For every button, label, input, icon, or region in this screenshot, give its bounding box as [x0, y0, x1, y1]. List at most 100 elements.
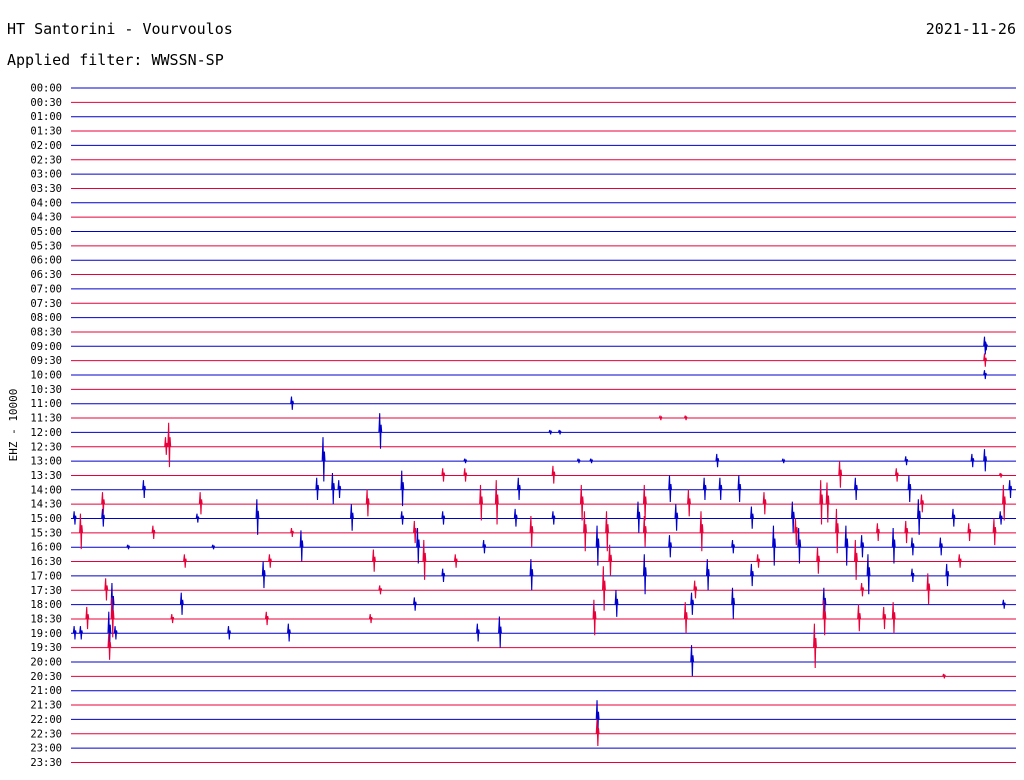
event-spike	[904, 520, 909, 544]
time-label: 14:30	[30, 499, 62, 511]
event-spike	[72, 626, 77, 640]
event-spike	[794, 518, 799, 546]
event-spike	[1008, 480, 1013, 498]
time-label: 03:00	[30, 169, 62, 181]
event-spike	[602, 566, 606, 611]
event-spike	[658, 415, 663, 421]
event-spike	[705, 559, 710, 591]
time-label: 07:30	[30, 298, 62, 310]
event-spike	[636, 501, 641, 533]
event-spike	[290, 527, 295, 537]
event-spike	[170, 614, 175, 624]
event-spike	[690, 592, 695, 615]
event-spike	[529, 559, 534, 591]
event-spike	[718, 477, 723, 501]
event-spike	[126, 544, 131, 550]
helicorder-plot: 00:00 00:30 01:00 01:30 02:00 02:30 03:00 03:30…	[7, 83, 1016, 769]
time-label: 00:30	[30, 97, 62, 109]
time-label: 23:00	[30, 743, 62, 755]
event-spike	[894, 468, 899, 482]
event-spike	[866, 554, 871, 595]
event-spike	[945, 563, 950, 587]
event-spike	[529, 516, 534, 548]
event-spike	[264, 611, 269, 626]
event-spike	[557, 429, 562, 435]
event-spike	[998, 472, 1003, 478]
event-spike	[287, 623, 291, 642]
event-spike	[476, 623, 480, 642]
event-spike	[400, 511, 405, 525]
time-label: 11:30	[30, 413, 62, 425]
event-spike	[413, 520, 417, 544]
time-label: 21:30	[30, 700, 62, 712]
time-label: 05:00	[30, 226, 62, 238]
event-spike	[422, 539, 427, 580]
event-spike	[321, 437, 326, 482]
event-spike	[331, 472, 335, 505]
event-spike	[910, 568, 915, 583]
event-spike	[957, 554, 962, 568]
event-spike	[198, 492, 203, 515]
event-spike	[365, 489, 370, 517]
event-spike	[854, 477, 858, 501]
event-spike	[605, 511, 610, 552]
event-spike	[731, 587, 736, 619]
event-spike	[268, 554, 272, 568]
event-spike	[164, 437, 169, 455]
event-spike	[951, 508, 956, 527]
event-spike	[687, 489, 691, 517]
event-spike	[463, 468, 468, 482]
event-spike	[693, 580, 698, 599]
time-label: 18:00	[30, 599, 62, 611]
event-spike	[482, 539, 487, 554]
event-spike	[614, 590, 619, 617]
time-label: 09:30	[30, 355, 62, 367]
time-label: 06:00	[30, 255, 62, 267]
event-spike	[825, 482, 830, 523]
event-spike	[179, 592, 184, 615]
event-spike	[101, 508, 106, 527]
event-spike	[838, 461, 843, 488]
event-spike	[608, 544, 613, 576]
event-spike	[715, 453, 720, 468]
event-spike	[699, 511, 704, 552]
event-spike	[668, 535, 673, 558]
event-spike	[683, 415, 688, 421]
event-spike	[372, 549, 376, 572]
time-label: 02:00	[30, 140, 62, 152]
event-spike	[368, 614, 373, 624]
event-spike	[762, 492, 767, 515]
event-spike	[683, 602, 688, 634]
event-spike	[113, 626, 118, 640]
time-label: 20:00	[30, 657, 62, 669]
time-label: 21:00	[30, 685, 62, 697]
event-spike	[813, 623, 817, 669]
time-label: 09:00	[30, 341, 62, 353]
time-label: 06:30	[30, 269, 62, 281]
event-spike	[910, 537, 915, 556]
event-spike	[835, 508, 839, 554]
event-spike	[998, 511, 1003, 525]
time-label: 08:00	[30, 312, 62, 324]
event-spike	[72, 511, 77, 525]
time-label: 14:00	[30, 484, 62, 496]
event-spike	[494, 480, 499, 525]
trace-lines	[71, 87, 1016, 763]
event-spike	[142, 480, 146, 498]
event-spike	[79, 626, 83, 640]
event-spike	[750, 506, 754, 529]
event-spike	[299, 530, 304, 562]
event-spike	[576, 458, 581, 464]
event-spike	[737, 475, 742, 503]
event-spike	[816, 547, 821, 574]
event-spike	[337, 480, 342, 498]
time-label: 04:00	[30, 197, 62, 209]
time-label: 17:30	[30, 585, 62, 597]
event-spike	[891, 602, 896, 634]
event-spike	[860, 582, 865, 597]
time-label: 23:30	[30, 757, 62, 769]
event-spike	[595, 525, 600, 566]
event-spike	[882, 606, 887, 630]
event-spike	[378, 585, 383, 595]
time-label: 16:00	[30, 542, 62, 554]
